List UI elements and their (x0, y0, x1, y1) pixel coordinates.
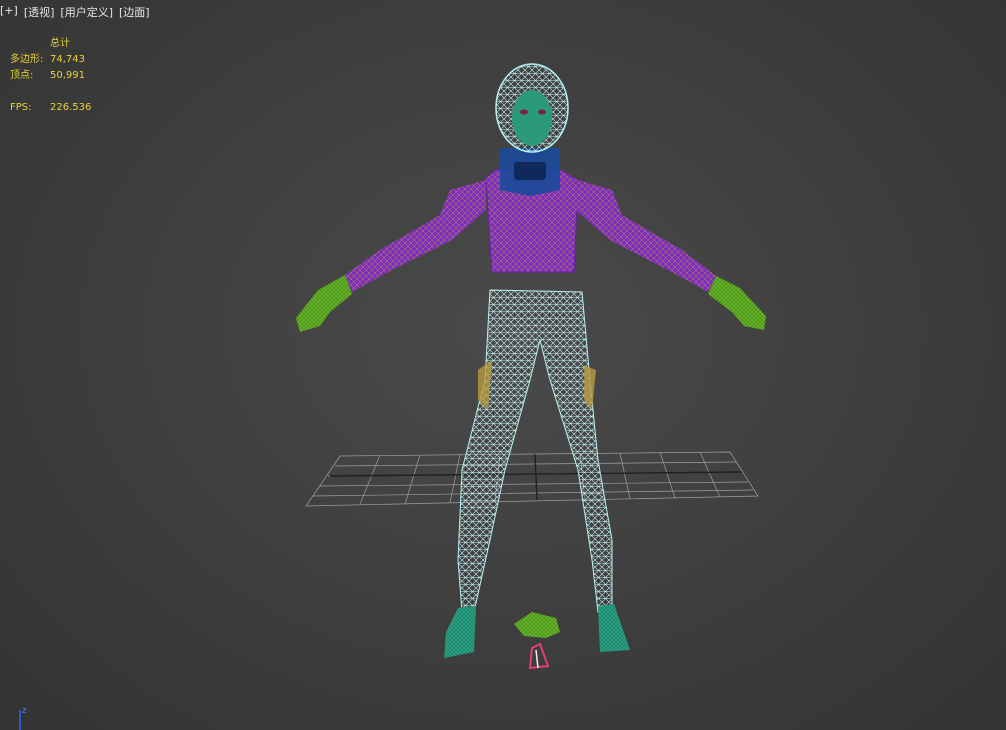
ground-grid (305, 451, 759, 507)
helper-object[interactable] (514, 612, 560, 638)
axis-z-label: z (22, 706, 27, 716)
bone-helper[interactable] (528, 642, 550, 670)
right-hand (708, 276, 766, 330)
character-mesh[interactable] (296, 63, 766, 658)
right-foot (598, 604, 630, 652)
viewport-3d-scene[interactable] (0, 0, 1006, 730)
left-hand (296, 275, 352, 332)
left-foot (444, 606, 476, 658)
axis-gizmo: z (19, 706, 27, 730)
